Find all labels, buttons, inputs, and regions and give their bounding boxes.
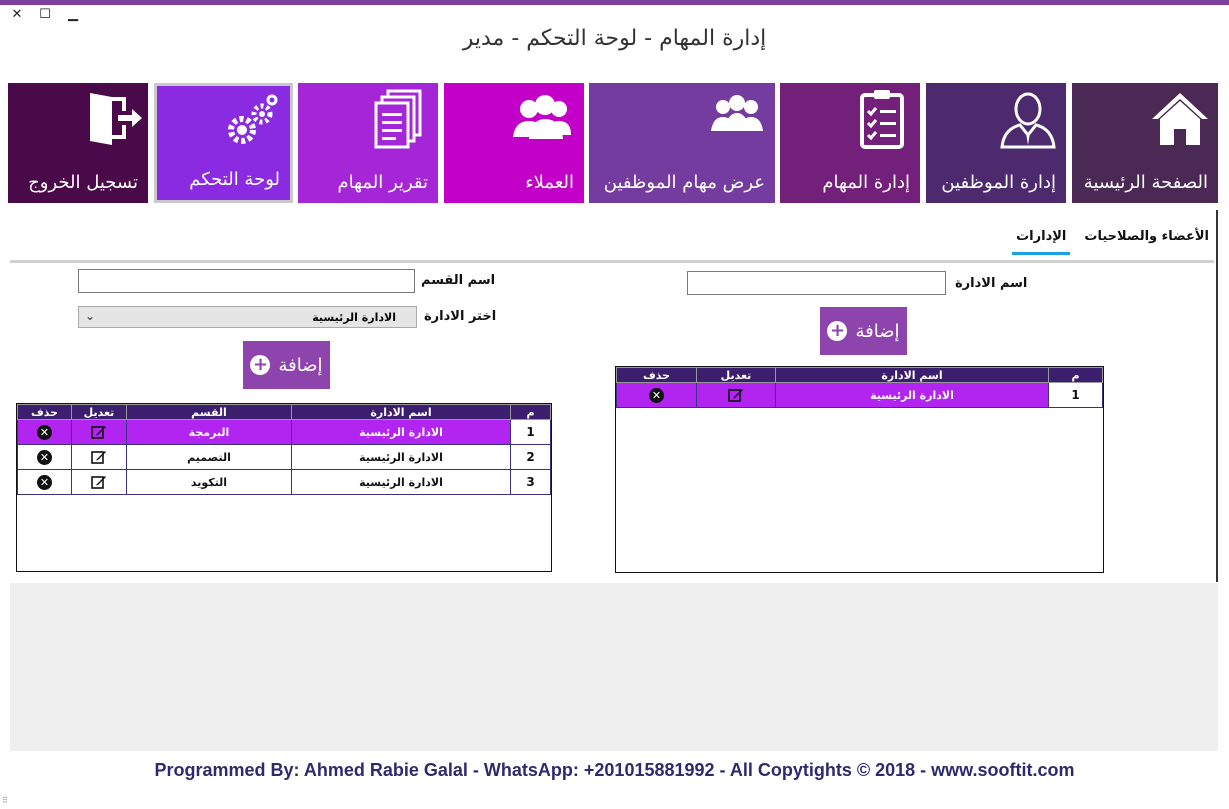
tile-clients-label: العملاء [525, 172, 574, 193]
cell-department-name: الادارة الرئيسية [291, 469, 511, 495]
tab-members-permissions[interactable]: الأعضاء والصلاحيات [1080, 229, 1213, 255]
col-header-num[interactable]: م [1048, 367, 1103, 383]
tile-home-label: الصفحة الرئيسية [1083, 172, 1208, 193]
col-header-department-name[interactable]: اسم الادارة [291, 404, 511, 420]
group-icon [711, 95, 763, 131]
add-section-label: إضافة [278, 354, 323, 376]
tile-task-report[interactable]: تقرير المهام [298, 83, 438, 203]
delete-icon[interactable]: ✕ [37, 474, 52, 490]
gears-icon [228, 94, 278, 144]
main-navigation-tiles: تسجيل الخروج لوحة التحكم تقرير المهام ال… [8, 83, 1218, 203]
delete-icon[interactable]: ✕ [649, 387, 664, 403]
cell-delete: ✕ [17, 419, 72, 445]
col-header-delete[interactable]: حذف [17, 404, 72, 420]
sections-grid: م اسم الادارة القسم تعديل حذف 1 الادارة … [16, 403, 552, 572]
tile-employee-tasks[interactable]: عرض مهام الموظفين [589, 83, 775, 203]
section-name-label: اسم القسم [421, 273, 496, 288]
department-name-input[interactable] [687, 271, 946, 295]
add-department-label: إضافة [855, 320, 900, 342]
tile-employee-tasks-label: عرض مهام الموظفين [603, 172, 765, 193]
table-row[interactable]: 2 الادارة الرئيسية التصميم ✕ [17, 444, 551, 470]
tile-task-report-label: تقرير المهام [337, 172, 428, 193]
panel-right-border [1216, 210, 1218, 582]
cell-delete: ✕ [17, 444, 72, 470]
tile-control-panel[interactable]: لوحة التحكم [154, 83, 293, 203]
tile-task-management[interactable]: إدارة المهام [780, 83, 920, 203]
tile-control-panel-label: لوحة التحكم [189, 169, 280, 190]
edit-icon[interactable] [91, 474, 107, 490]
cell-department-name: الادارة الرئيسية [291, 444, 511, 470]
chevron-down-icon: ⌄ [85, 309, 96, 323]
cell-num: 2 [510, 444, 551, 470]
resize-grip-icon[interactable]: ⠿ [2, 796, 8, 805]
department-select[interactable]: الادارة الرئيسية ⌄ [78, 306, 417, 328]
close-window-button[interactable]: ✕ [10, 8, 24, 22]
tile-task-management-label: إدارة المهام [822, 172, 910, 193]
department-select-value: الادارة الرئيسية [312, 311, 396, 324]
users-icon [513, 95, 571, 139]
cell-department-name: الادارة الرئيسية [775, 382, 1049, 408]
tile-clients[interactable]: العملاء [444, 83, 584, 203]
maximize-window-button[interactable]: ☐ [38, 8, 52, 22]
cell-delete: ✕ [17, 469, 72, 495]
tile-home[interactable]: الصفحة الرئيسية [1072, 83, 1218, 203]
table-row[interactable]: 1 الادارة الرئيسية البرمجة ✕ [17, 419, 551, 445]
clipboard-checklist-icon [860, 90, 904, 149]
add-section-button[interactable]: إضافة + [243, 341, 330, 389]
section-name-input[interactable] [78, 269, 415, 293]
tab-divider [10, 260, 1214, 263]
window-top-border [0, 0, 1229, 5]
empty-content-area [10, 583, 1218, 751]
edit-icon[interactable] [91, 449, 107, 465]
col-header-section[interactable]: القسم [126, 404, 292, 420]
tile-employee-management[interactable]: إدارة الموظفين [926, 83, 1066, 203]
col-header-edit[interactable]: تعديل [696, 367, 776, 383]
cell-section: التصميم [126, 444, 292, 470]
tile-logout[interactable]: تسجيل الخروج [8, 83, 148, 203]
cell-section: البرمجة [126, 419, 292, 445]
cell-num: 3 [510, 469, 551, 495]
cell-num: 1 [510, 419, 551, 445]
delete-icon[interactable]: ✕ [37, 424, 52, 440]
delete-icon[interactable]: ✕ [37, 449, 52, 465]
footer-credits: Programmed By: Ahmed Rabie Galal - Whats… [154, 760, 1075, 780]
edit-icon[interactable] [91, 424, 107, 440]
employee-icon [1000, 92, 1056, 149]
window-title: إدارة المهام - لوحة التحكم - مدير [462, 26, 767, 51]
department-name-label: اسم الادارة [955, 276, 1028, 291]
edit-icon[interactable] [728, 387, 744, 403]
tab-departments[interactable]: الإدارات [1012, 229, 1071, 255]
settings-tabs: الإدارات الأعضاء والصلاحيات [1012, 229, 1213, 255]
plus-circle-icon: + [250, 355, 271, 375]
add-department-button[interactable]: إضافة + [820, 307, 907, 355]
minimize-window-button[interactable]: ▁ [66, 8, 80, 22]
plus-circle-icon: + [827, 321, 848, 341]
documents-icon [374, 89, 422, 149]
cell-num: 1 [1048, 382, 1103, 408]
window-controls: ✕ ☐ ▁ [10, 8, 80, 22]
table-row[interactable]: 1 الادارة الرئيسية ✕ [616, 382, 1103, 408]
tile-employee-management-label: إدارة الموظفين [941, 172, 1056, 193]
cell-delete: ✕ [616, 382, 697, 408]
cell-department-name: الادارة الرئيسية [291, 419, 511, 445]
col-header-delete[interactable]: حذف [616, 367, 697, 383]
cell-section: التكويد [126, 469, 292, 495]
cell-edit [71, 419, 127, 445]
tile-logout-label: تسجيل الخروج [28, 172, 138, 193]
cell-edit [696, 382, 776, 408]
home-icon [1152, 93, 1208, 145]
departments-grid: م اسم الادارة تعديل حذف 1 الادارة الرئيس… [615, 366, 1104, 573]
col-header-department-name[interactable]: اسم الادارة [775, 367, 1049, 383]
col-header-edit[interactable]: تعديل [71, 404, 127, 420]
table-row[interactable]: 3 الادارة الرئيسية التكويد ✕ [17, 469, 551, 495]
col-header-num[interactable]: م [510, 404, 551, 420]
cell-edit [71, 444, 127, 470]
cell-edit [71, 469, 127, 495]
select-department-label: اختر الادارة [424, 309, 497, 324]
exit-door-icon [90, 93, 142, 145]
